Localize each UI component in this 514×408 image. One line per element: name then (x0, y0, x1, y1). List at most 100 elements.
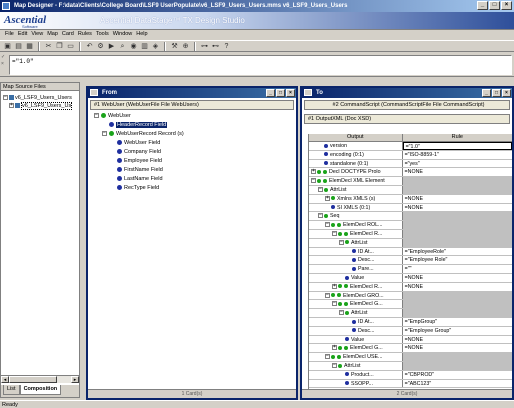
from-pane-maximize-button[interactable]: □ (276, 89, 285, 97)
to-pane[interactable]: To _ □ × #2 CommandScript (CommandScript… (300, 86, 514, 400)
table-row[interactable]: + Decl DOCTYPE Prolo =NONE (309, 168, 512, 178)
rule-cell[interactable]: =NONE (403, 344, 512, 352)
tree-node[interactable]: LastName Field (94, 175, 296, 184)
table-row[interactable]: standalone (0:1) ="yes" (309, 159, 512, 169)
table-row[interactable]: − Seq (309, 212, 512, 222)
menu-rules[interactable]: Rules (76, 30, 94, 39)
menu-view[interactable]: View (29, 30, 45, 39)
table-row[interactable]: Desc... ="Employee Role" (309, 256, 512, 266)
rule-cell[interactable]: =NONE (403, 204, 512, 212)
rule-cell[interactable] (402, 185, 512, 194)
output-cell[interactable]: version (309, 142, 403, 150)
output-cell[interactable]: + ElemDecl R... (309, 282, 403, 291)
to-pane-titlebar[interactable]: To _ □ × (302, 88, 512, 98)
menu-window[interactable]: Window (111, 30, 135, 39)
output-cell[interactable]: Value (309, 273, 403, 282)
rule-cell[interactable]: =NONE (403, 274, 512, 282)
from-pane-minimize-button[interactable]: _ (266, 89, 275, 97)
menu-tools[interactable]: Tools (94, 30, 111, 39)
menu-edit[interactable]: Edit (16, 30, 29, 39)
output-cell[interactable]: encoding (0:1) (309, 150, 403, 159)
rule-cell[interactable] (402, 177, 512, 185)
menu-card[interactable]: Card (60, 30, 76, 39)
tab-list[interactable]: List (3, 385, 20, 395)
collapse-icon[interactable]: − (325, 292, 330, 298)
rule-cell[interactable] (402, 291, 512, 300)
build-icon[interactable]: ⚙ (96, 42, 105, 51)
tree-node[interactable]: FirstName Field (94, 166, 296, 175)
tab-composition[interactable]: Composition (19, 385, 62, 395)
rule-cell[interactable]: =NONE (403, 195, 512, 203)
rule-cell[interactable] (402, 212, 512, 221)
to-pane-close-button[interactable]: × (502, 89, 511, 97)
tree-node[interactable]: WebUser Field (94, 139, 296, 148)
paste-icon[interactable]: ▭ (66, 42, 75, 51)
table-row[interactable]: − ElemDecl GRO... (309, 291, 512, 301)
collapse-icon[interactable]: − (102, 131, 107, 137)
output-cell[interactable]: − ElemDecl GRO... (309, 291, 403, 300)
save-icon[interactable]: ▦ (25, 42, 34, 51)
rule-cell[interactable]: ="ISO-8859-1" (403, 151, 512, 159)
rule-cell[interactable]: ="Employee Group" (403, 327, 512, 335)
menu-help[interactable]: Help (134, 30, 149, 39)
rule-cell[interactable]: =NONE (403, 283, 512, 291)
output-cell[interactable]: SSOPP... (309, 379, 403, 388)
tree-node[interactable]: − WebUserRecord Record (s) (94, 130, 296, 139)
rule-cell[interactable]: ="EmpGroup" (403, 318, 512, 326)
output-cell[interactable]: Pare... (309, 265, 403, 273)
window-title-bar[interactable]: Map Designer - F:\data\Clients\College B… (0, 0, 514, 12)
cut-icon[interactable]: ✂ (44, 42, 53, 51)
output-cell[interactable]: − ElemDecl R... (309, 229, 403, 238)
collapse-icon[interactable]: − (332, 231, 337, 237)
rule-cell[interactable]: ="EmployeeRole" (403, 248, 512, 256)
link-icon[interactable]: ⊶ (200, 42, 209, 51)
table-row[interactable]: version ="1.0" (309, 142, 512, 151)
to-pane-minimize-button[interactable]: _ (482, 89, 491, 97)
rule-cell[interactable]: ="1.0" (402, 142, 512, 150)
from-pane-close-button[interactable]: × (286, 89, 295, 97)
collapse-icon[interactable]: − (311, 178, 316, 184)
collapse-icon[interactable]: − (325, 354, 330, 360)
table-row[interactable]: Desc... ="Employee Group" (309, 326, 512, 336)
rule-cell[interactable]: =NONE (403, 168, 512, 176)
rule-cell[interactable]: ="ABC123" (403, 380, 512, 388)
output-cell[interactable]: − ElemDecl USE... (309, 353, 403, 361)
copy-icon[interactable]: ❐ (55, 42, 64, 51)
expand-icon[interactable]: + (325, 195, 330, 201)
rule-cancel-icon[interactable]: × (1, 62, 6, 67)
minimize-button[interactable]: _ (477, 1, 488, 10)
tree-node[interactable]: Company Field (94, 148, 296, 157)
output-cell[interactable]: + ElemDecl G... (309, 344, 403, 353)
from-pane-titlebar[interactable]: From _ □ × (88, 88, 296, 98)
rule-cell[interactable] (402, 353, 512, 361)
output-cell[interactable]: − Seq (309, 212, 403, 221)
rule-input[interactable]: ="1.0" (9, 55, 512, 75)
undo-icon[interactable]: ↶ (85, 42, 94, 51)
rule-cell[interactable] (402, 309, 512, 317)
table-row[interactable]: + ElemDecl R... =NONE (309, 282, 512, 292)
collapse-icon[interactable]: − (94, 113, 99, 119)
expand-icon[interactable]: + (332, 283, 337, 289)
output-cell[interactable]: ID At... (309, 317, 403, 326)
expand-icon[interactable]: + (311, 169, 316, 175)
table-row[interactable]: − ElemDecl ROL... (309, 221, 512, 230)
table-row[interactable]: ID At... ="EmpGroup" (309, 317, 512, 327)
output-cell[interactable]: Desc... (309, 256, 403, 265)
run-icon[interactable]: ▶ (107, 42, 116, 51)
table-row[interactable]: − ElemDecl XML Element (309, 177, 512, 186)
scroll-left-icon[interactable]: ◂ (1, 376, 9, 383)
table-row[interactable]: Value =NONE (309, 335, 512, 345)
output-cell[interactable]: − ElemDecl G... (309, 300, 403, 309)
to-pane-maximize-button[interactable]: □ (492, 89, 501, 97)
compose-icon[interactable]: ◈ (151, 42, 160, 51)
collapse-icon[interactable]: − (332, 301, 337, 307)
new-icon[interactable]: ▣ (3, 42, 12, 51)
menu-file[interactable]: File (3, 30, 16, 39)
table-row[interactable]: SSOPP... ="ABC123" (309, 379, 512, 389)
table-row[interactable]: − AttrList (309, 185, 512, 195)
rule-cell[interactable] (402, 238, 512, 247)
rule-cell[interactable]: ="yes" (403, 160, 512, 168)
rule-check-icon[interactable]: ✓ (1, 55, 6, 60)
output-cell[interactable]: − AttrList (309, 238, 403, 247)
output-cell[interactable]: SI XMLS (0:1) (309, 203, 403, 212)
